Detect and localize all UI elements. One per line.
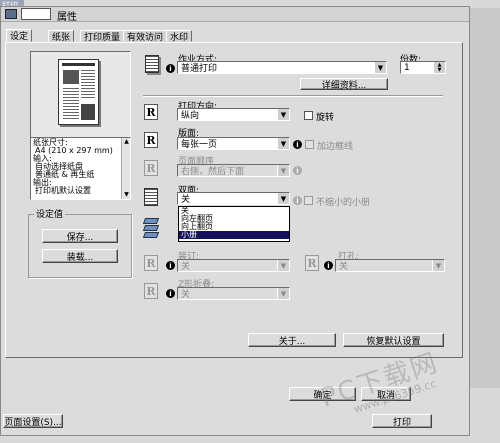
preview-picture [63,70,79,84]
fold-preview-icon: R [144,283,158,299]
dialog-title-bar[interactable]: 属性 [1,7,469,23]
tab-paper[interactable]: 纸张 [48,30,75,43]
orientation-preview-icon: R [144,104,158,120]
job-type-icon [145,55,159,73]
job-type-info-icon[interactable]: i [166,64,175,73]
settings-summary-list[interactable]: 纸张尺寸: A4 (210 x 297 mm) 输入: 自动选择纸盘 普通纸 &… [30,137,131,200]
booklet-no-reduce-label: 不缩小的小册 [316,198,371,208]
staple-select[interactable]: 关 ▼ [177,259,290,272]
staple-value: 关 [181,262,191,272]
fold-info-icon[interactable]: i [166,289,175,298]
dialog-title: 属性 [57,12,77,23]
print-button[interactable]: 打印 [372,414,432,428]
fold-value: 关 [181,290,191,300]
pages-per-sheet-info-icon[interactable]: i [293,140,302,149]
staple-info-icon[interactable]: i [166,261,175,270]
tab-settings-label: 设定 [10,32,29,42]
staple-preview-icon: R [144,255,158,271]
duplex-preview-icon [144,188,158,206]
page-preview-image [58,59,99,125]
rotate-label: 旋转 [316,113,335,123]
stack-layer [142,218,160,224]
punch-preview-icon: R [305,255,319,271]
printer-icon [5,9,17,19]
chevron-down-icon[interactable]: ▼ [277,109,289,120]
job-details-button[interactable]: 详细资料... [300,78,388,91]
tab-watermark[interactable]: 水印 [166,30,193,43]
duplex-dropdown-list[interactable]: 关 向左翻页 向上翻页 小册 [178,206,290,242]
duplex-info-icon[interactable]: i [293,196,302,205]
preview-text-block [81,70,95,100]
tab-print-quality-label: 打印质量 [84,32,121,43]
redacted-printer-name [21,8,51,20]
duplex-select[interactable]: 关 ▼ [177,192,290,205]
save-button[interactable]: 保存... [42,229,118,243]
page-order-info-icon[interactable]: i [293,166,302,175]
stack-layer [142,225,160,231]
chevron-down-icon[interactable]: ▼ [277,165,289,176]
tab-watermark-label: 水印 [170,32,189,43]
scroll-up-arrow[interactable]: ▲ [122,138,131,146]
pages-per-sheet-value: 每张一页 [181,140,218,150]
punch-value: 关 [339,262,349,272]
punch-select[interactable]: 关 ▼ [335,259,445,272]
settings-group-label: 设定值 [34,207,66,220]
chevron-down-icon[interactable]: ▼ [374,62,386,73]
rotate-checkbox[interactable] [304,111,313,120]
tab-accessibility-label: 有效访问 [127,32,164,43]
tab-print-quality[interactable]: 打印质量 [80,30,125,43]
chevron-down-icon[interactable]: ▼ [277,193,289,204]
job-type-select[interactable]: 普通打印 ▼ [177,61,387,74]
layout-preview-icon: R [144,132,158,148]
orientation-select[interactable]: 纵向 ▼ [177,108,290,121]
settings-group-box [28,214,132,278]
chevron-down-icon[interactable]: ▼ [432,260,444,271]
preview-picture-2 [81,104,95,120]
booklet-stack-icon [142,218,160,242]
scroll-down-arrow[interactable]: ▼ [122,191,131,199]
border-checkbox[interactable] [305,140,314,149]
chevron-down-icon[interactable]: ▼ [277,288,289,299]
tab-accessibility[interactable]: 有效访问 [123,30,168,43]
pages-per-sheet-select[interactable]: 每张一页 ▼ [177,137,290,150]
border-label: 加边框线 [317,142,354,152]
about-button[interactable]: 关于... [248,333,336,347]
page-order-value: 右侧，然后下面 [181,167,245,177]
tab-paper-label: 纸张 [52,32,71,43]
booklet-no-reduce-checkbox[interactable] [304,196,313,205]
page-order-preview-icon: R [144,160,158,176]
fold-select[interactable]: 关 ▼ [177,287,290,300]
copies-value: 1 [404,62,410,73]
duplex-option-selected[interactable]: 小册 [179,231,289,239]
page-order-select[interactable]: 右侧，然后下面 ▼ [177,164,290,177]
stack-layer [142,232,160,238]
duplex-value: 关 [181,195,191,205]
section-divider [143,95,443,97]
orientation-value: 纵向 [181,111,200,121]
summary-scrollbar[interactable]: ▲ ▼ [121,138,130,199]
chevron-down-icon[interactable]: ▼ [277,260,289,271]
job-type-value: 普通打印 [181,64,218,74]
load-button[interactable]: 装载... [42,249,118,263]
preview-text-block-2 [63,88,79,120]
tab-settings[interactable]: 设定 [6,29,33,42]
summary-line: 打印机默认设置 [35,186,91,195]
page-setup-button[interactable]: 页面设置(S)... [3,414,63,428]
punch-info-icon[interactable]: i [324,261,333,270]
spinner-arrows-icon[interactable]: ▲ ▼ [433,62,445,73]
copies-spinner[interactable]: 1 ▲ ▼ [400,61,446,74]
preview-heading [62,63,95,66]
chevron-down-icon[interactable]: ▼ [277,138,289,149]
